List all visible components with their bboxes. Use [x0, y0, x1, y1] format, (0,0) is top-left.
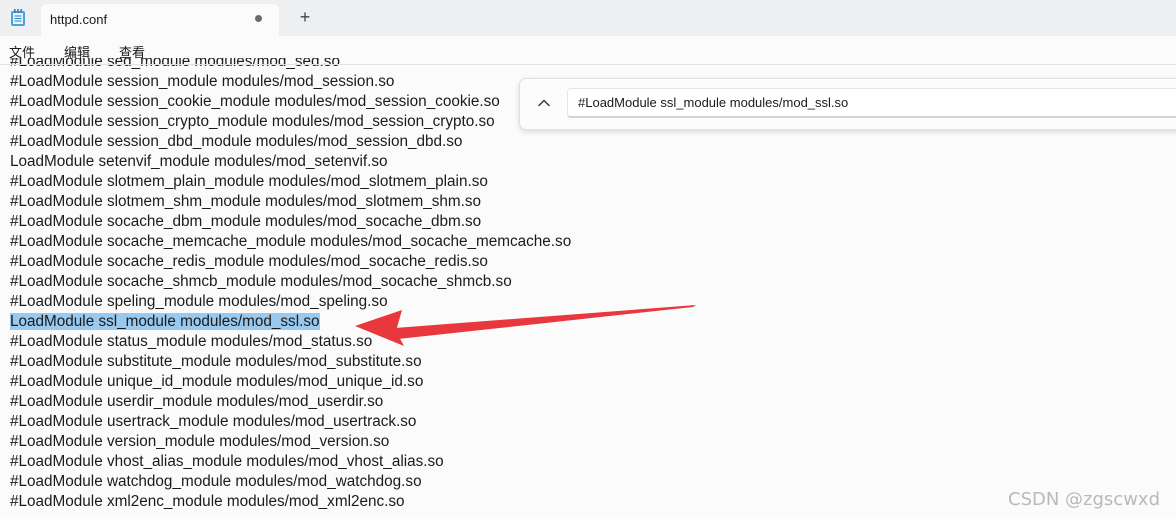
find-input[interactable] [567, 88, 1176, 118]
editor-line: #LoadModule socache_redis_module modules… [10, 253, 488, 270]
editor-line: #LoadModule slotmem_plain_module modules… [10, 173, 488, 190]
editor-line: #LoadModule socache_memcache_module modu… [10, 233, 572, 250]
tab-title: httpd.conf [50, 12, 108, 27]
editor-line: #LoadModule session_cookie_module module… [10, 93, 500, 110]
editor-line: #LoadModule status_module modules/mod_st… [10, 333, 373, 350]
editor-line: #LoadModule watchdog_module modules/mod_… [10, 473, 422, 490]
new-tab-button[interactable]: + [295, 6, 315, 28]
tab-httpd-conf[interactable]: httpd.conf [41, 4, 279, 36]
editor-line-selected: LoadModule ssl_module modules/mod_ssl.so [10, 312, 320, 332]
watermark: CSDN @zgscwxd [1008, 489, 1160, 510]
editor-line: #LoadModule substitute_module modules/mo… [10, 353, 422, 370]
editor-line: #LoadModule speling_module modules/mod_s… [10, 293, 388, 310]
editor-line: #LoadModule socache_dbm_module modules/m… [10, 213, 482, 230]
editor-line: #LoadModule version_module modules/mod_v… [10, 433, 390, 450]
editor-line: #LoadModule socache_shmcb_module modules… [10, 273, 512, 290]
title-bar: httpd.conf + [0, 0, 1176, 36]
editor-line: #LoadModule unique_id_module modules/mod… [10, 373, 424, 390]
menu-divider [0, 64, 1176, 65]
editor-line: #LoadModule usertrack_module modules/mod… [10, 413, 417, 430]
editor-line: #LoadModule slotmem_shm_module modules/m… [10, 193, 482, 210]
editor-line: #LoadModule userdir_module modules/mod_u… [10, 393, 384, 410]
editor-line: #LoadModule session_dbd_module modules/m… [10, 133, 463, 150]
editor-line: #LoadModule session_module modules/mod_s… [10, 73, 395, 90]
unsaved-dot-icon[interactable] [255, 15, 262, 22]
notepad-icon [11, 9, 25, 26]
editor-line: #LoadModule sed_module modules/mod_sed.s… [10, 58, 340, 70]
editor-line: #LoadModule xml2enc_module modules/mod_x… [10, 493, 405, 510]
chevron-up-icon[interactable] [534, 93, 554, 113]
find-panel [519, 78, 1176, 130]
editor-line: LoadModule setenvif_module modules/mod_s… [10, 153, 388, 170]
selected-text: LoadModule ssl_module modules/mod_ssl.so [10, 313, 320, 330]
editor-line: #LoadModule session_crypto_module module… [10, 113, 495, 130]
editor-line: #LoadModule vhost_alias_module modules/m… [10, 453, 444, 470]
